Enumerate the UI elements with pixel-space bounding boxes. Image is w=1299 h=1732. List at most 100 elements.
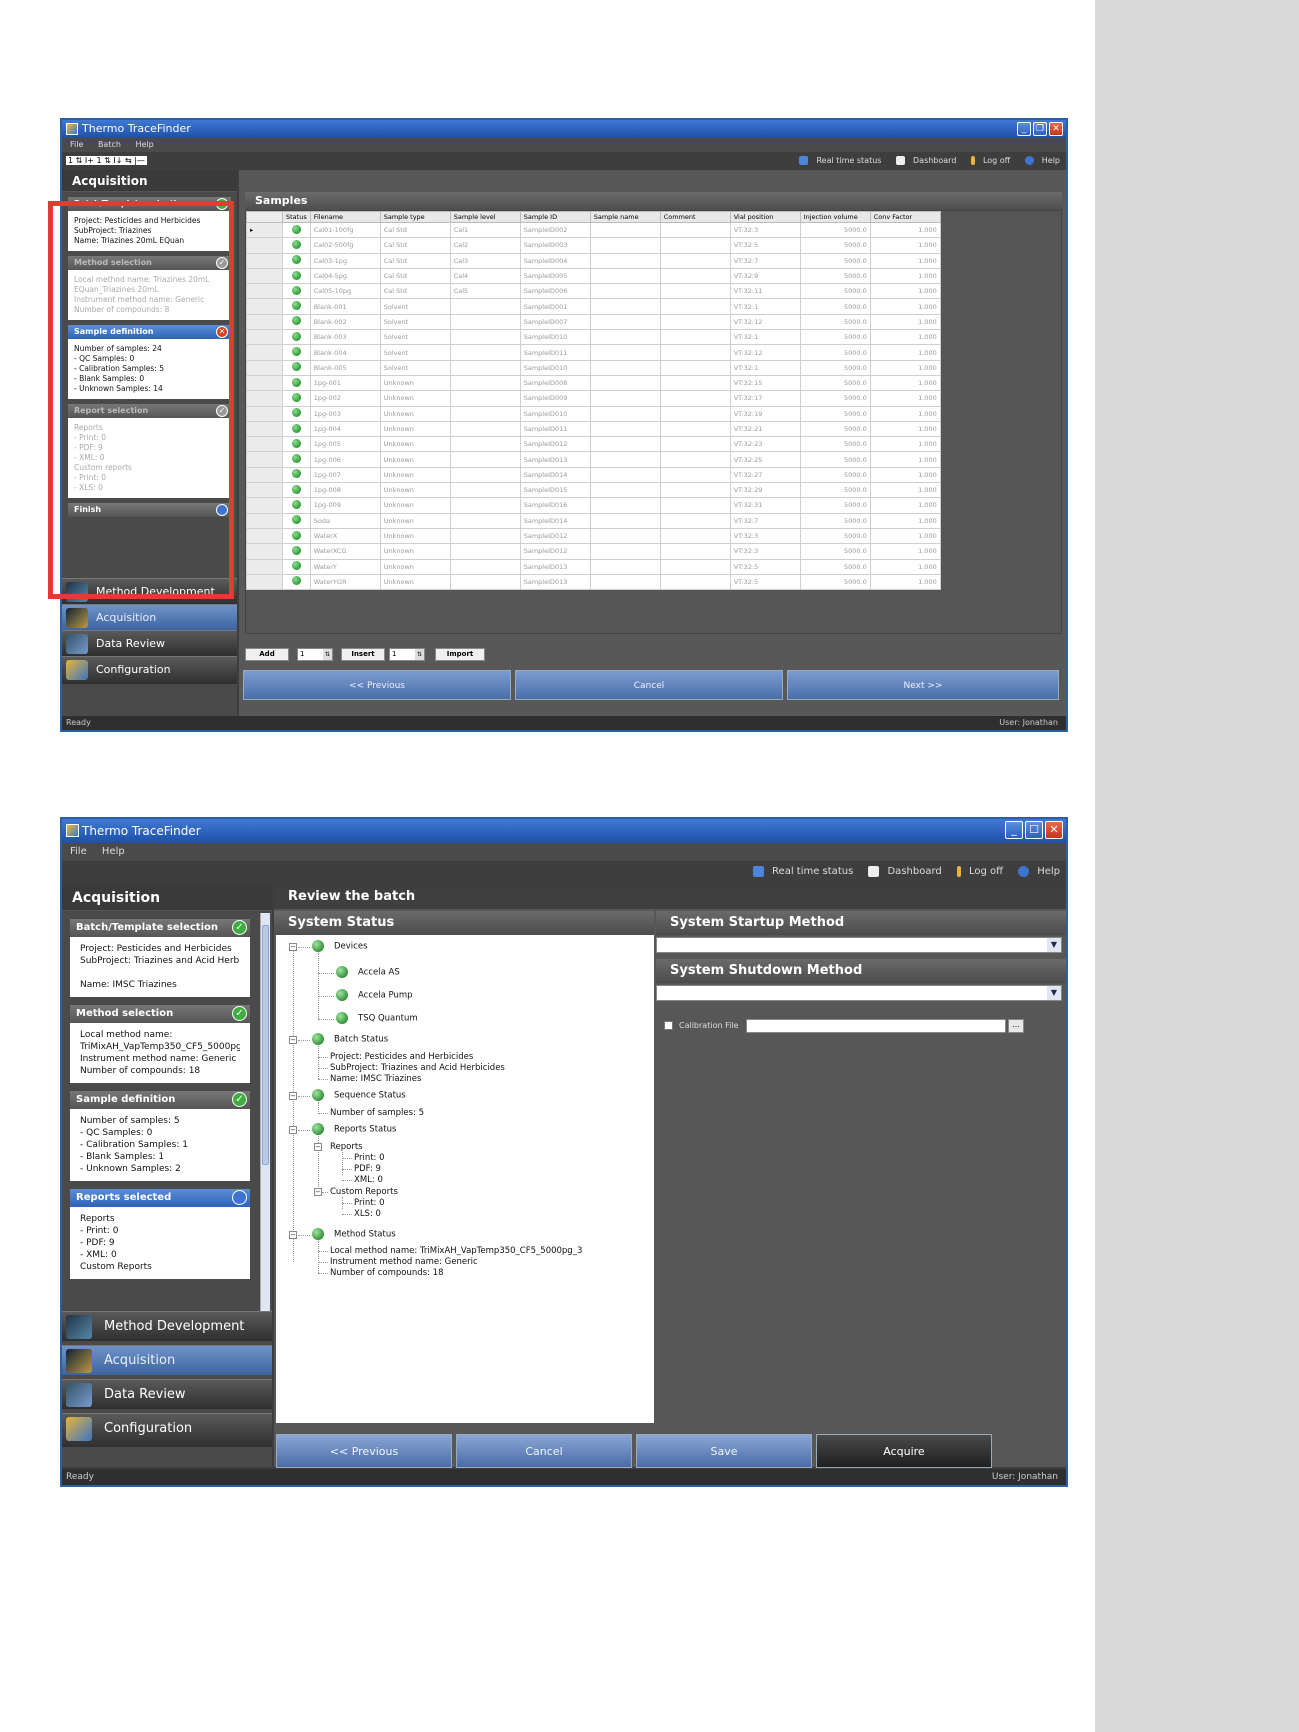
table-cell[interactable]: Cal Std — [379, 283, 451, 300]
table-row[interactable]: 1pg-008 Unknown SampleID015 VT:32:29 5000.0 1… — [246, 482, 941, 499]
table-cell[interactable]: 1pg-006 — [309, 451, 381, 468]
table-cell[interactable]: VT:32:3 — [729, 543, 801, 560]
table-cell[interactable]: Cal05-10pg — [309, 283, 381, 300]
table-cell[interactable]: Cal1 — [449, 221, 521, 239]
help-link[interactable]: Help — [1019, 156, 1060, 165]
nav-data-review[interactable]: Data Review — [62, 630, 237, 656]
table-cell[interactable]: 5000.0 — [799, 482, 871, 499]
table-row[interactable]: Blank-001 Solvent SampleID001 VT:32:1 5000.0… — [246, 298, 941, 315]
table-cell[interactable]: 1.000 — [869, 466, 941, 484]
table-cell[interactable]: VT:32:7 — [729, 252, 801, 269]
table-cell[interactable] — [659, 420, 731, 438]
minimize-icon[interactable]: _ — [1005, 821, 1023, 839]
table-cell[interactable]: SampleID010 — [519, 329, 591, 346]
restore-icon[interactable]: ❐ — [1033, 122, 1047, 136]
table-cell[interactable] — [589, 466, 661, 484]
table-row[interactable]: Blank-005 Solvent SampleID010 VT:32:1 5000.0… — [246, 359, 941, 376]
table-cell[interactable] — [589, 283, 661, 300]
collapse-toggle-icon[interactable]: − — [314, 1143, 322, 1151]
startup-method-select[interactable]: ▼ — [656, 937, 1062, 953]
column-header[interactable]: Sample level — [449, 211, 521, 223]
table-cell[interactable]: WaterY — [309, 558, 381, 575]
add-button[interactable]: Add — [245, 648, 289, 661]
table-cell[interactable]: Solvent — [379, 298, 451, 315]
table-cell[interactable]: SampleID011 — [519, 344, 591, 361]
table-cell[interactable] — [589, 420, 661, 438]
table-cell[interactable] — [449, 573, 521, 591]
row-header[interactable] — [246, 573, 283, 591]
table-cell[interactable]: 1.000 — [869, 527, 941, 545]
table-cell[interactable]: VT:32:9 — [729, 267, 801, 285]
calibration-file-option[interactable]: Calibration File — [664, 1021, 738, 1030]
column-header[interactable]: Sample ID — [519, 211, 591, 223]
table-row[interactable]: ▸ Cal01-100fg Cal Std Cal1 SampleID002 VT:32:… — [246, 221, 941, 239]
row-header[interactable] — [246, 313, 283, 331]
table-cell[interactable] — [589, 436, 661, 453]
table-cell[interactable]: 1.000 — [869, 558, 941, 575]
table-cell[interactable]: Cal01-100fg — [309, 221, 381, 239]
table-cell[interactable]: 1.000 — [869, 512, 941, 529]
table-cell[interactable]: Solvent — [379, 344, 451, 361]
table-cell[interactable]: 1.000 — [869, 237, 941, 254]
table-cell[interactable]: Cal4 — [449, 267, 521, 285]
table-cell[interactable]: 1pg-007 — [309, 466, 381, 484]
table-cell[interactable]: WaterYGR — [309, 573, 381, 591]
table-cell[interactable]: Unknown — [379, 466, 451, 484]
tree-node-devices[interactable]: Devices — [312, 940, 368, 952]
panel-scrollbar[interactable] — [260, 913, 270, 1311]
row-header[interactable] — [246, 451, 283, 468]
table-cell[interactable] — [449, 420, 521, 438]
table-cell[interactable]: SampleID012 — [519, 543, 591, 560]
table-cell[interactable]: SampleID009 — [519, 390, 591, 407]
table-cell[interactable]: 1.000 — [869, 497, 941, 514]
table-cell[interactable] — [589, 405, 661, 422]
table-cell[interactable]: 5000.0 — [799, 390, 871, 407]
table-cell[interactable]: SampleID013 — [519, 558, 591, 575]
collapse-toggle-icon[interactable]: − — [289, 1092, 297, 1100]
table-row[interactable]: 1pg-004 Unknown SampleID011 VT:32:21 5000.0 1… — [246, 420, 941, 438]
table-cell[interactable]: Unknown — [379, 482, 451, 499]
table-cell[interactable] — [589, 527, 661, 545]
column-header[interactable]: Sample type — [379, 211, 451, 223]
table-cell[interactable]: 5000.0 — [799, 298, 871, 315]
table-row[interactable]: WaterX Unknown SampleID012 VT:32:3 5000.0 1.0… — [246, 527, 941, 545]
table-cell[interactable] — [659, 221, 731, 239]
table-cell[interactable]: Unknown — [379, 512, 451, 529]
real-time-status-link[interactable]: Real time status — [793, 156, 881, 165]
tree-node-reports-status[interactable]: Reports Status — [312, 1123, 396, 1135]
insert-count-stepper[interactable]: 1 ⇅ — [389, 648, 425, 661]
table-cell[interactable]: Unknown — [379, 527, 451, 545]
table-cell[interactable]: VT:32:25 — [729, 451, 801, 468]
table-cell[interactable]: SampleID016 — [519, 497, 591, 514]
menu-help[interactable]: Help — [135, 140, 153, 149]
table-cell[interactable]: 5000.0 — [799, 420, 871, 438]
table-cell[interactable]: VT:32:1 — [729, 298, 801, 315]
insert-button[interactable]: Insert — [341, 648, 385, 661]
column-header[interactable]: Injection volume — [799, 211, 871, 223]
collapse-toggle-icon[interactable]: − — [289, 1036, 297, 1044]
table-cell[interactable]: SampleID013 — [519, 573, 591, 591]
table-cell[interactable]: Unknown — [379, 390, 451, 407]
table-cell[interactable]: VT:32:12 — [729, 313, 801, 331]
table-cell[interactable]: 1.000 — [869, 344, 941, 361]
column-header[interactable]: Sample name — [589, 211, 661, 223]
table-cell[interactable] — [449, 436, 521, 453]
nav-method-development[interactable]: Method Development — [62, 1311, 272, 1341]
nav-configuration[interactable]: Configuration — [62, 1413, 272, 1447]
collapse-toggle-icon[interactable]: − — [289, 943, 297, 951]
table-cell[interactable]: 1.000 — [869, 298, 941, 315]
table-cell[interactable]: 1pg-002 — [309, 390, 381, 407]
table-cell[interactable] — [659, 451, 731, 468]
table-cell[interactable]: 5000.0 — [799, 313, 871, 331]
table-cell[interactable]: VT:32:11 — [729, 283, 801, 300]
nav-acquisition[interactable]: Acquisition — [62, 604, 237, 630]
table-cell[interactable]: VT:32:5 — [729, 237, 801, 254]
column-header[interactable]: Status — [282, 211, 311, 223]
table-cell[interactable]: 1pg-001 — [309, 374, 381, 392]
table-cell[interactable] — [659, 527, 731, 545]
real-time-status-link[interactable]: Real time status — [747, 865, 853, 877]
table-cell[interactable]: Cal Std — [379, 252, 451, 269]
card-reports-selected[interactable]: Reports selected Reports - Print: 0 - PD… — [70, 1189, 250, 1279]
row-header[interactable] — [246, 482, 283, 499]
table-cell[interactable]: 5000.0 — [799, 267, 871, 285]
